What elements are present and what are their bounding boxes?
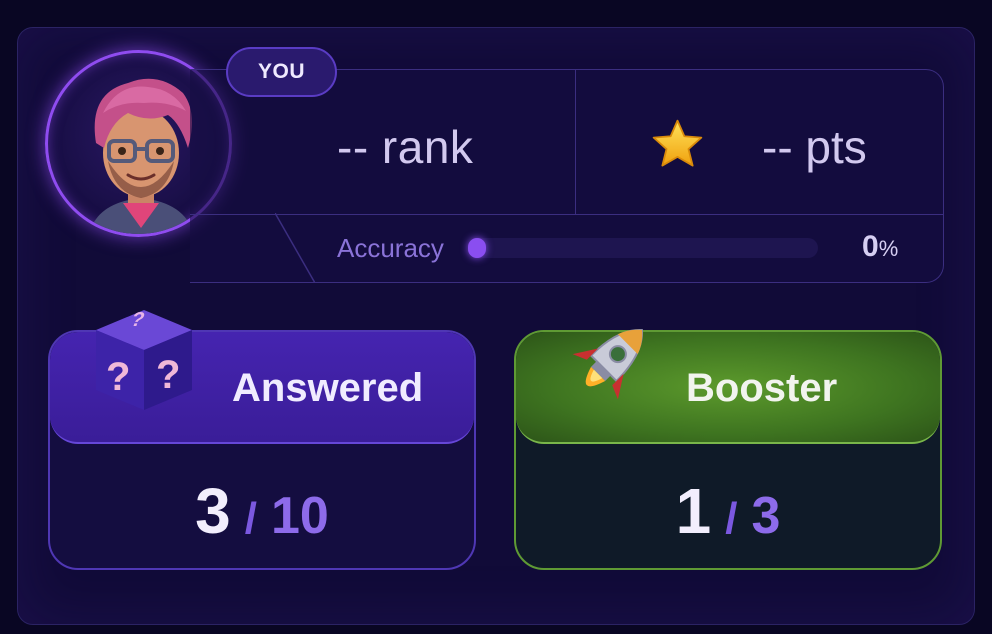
booster-separator: / [725,494,738,543]
points-value: -- pts [762,121,867,173]
you-badge: YOU [226,47,337,97]
rank-value: -- rank [337,121,474,173]
svg-text:?: ? [156,353,180,397]
rocket-icon [572,329,643,400]
accuracy-number: 0 [862,230,879,263]
accuracy-bar [468,238,818,258]
booster-current: 1 [675,475,712,547]
svg-text:?: ? [106,355,130,399]
answered-count: 3 / 10 [50,474,474,548]
booster-total: 3 [751,487,781,545]
accuracy-label: Accuracy [337,233,444,263]
mystery-box-icon: ? ? ? [96,309,192,410]
answered-current: 3 [195,475,231,547]
answered-title: Answered [232,366,424,410]
booster-title: Booster [686,366,838,410]
answered-separator: / [244,494,257,543]
booster-count: 1 / 3 [516,474,940,548]
accuracy-value: 0% [862,230,898,264]
stats-divider [575,70,576,215]
star-icon [652,119,703,167]
answered-total: 10 [270,487,329,545]
accuracy-unit: % [878,236,899,261]
connector-line [275,213,315,283]
accuracy-bar-fill [468,238,486,258]
